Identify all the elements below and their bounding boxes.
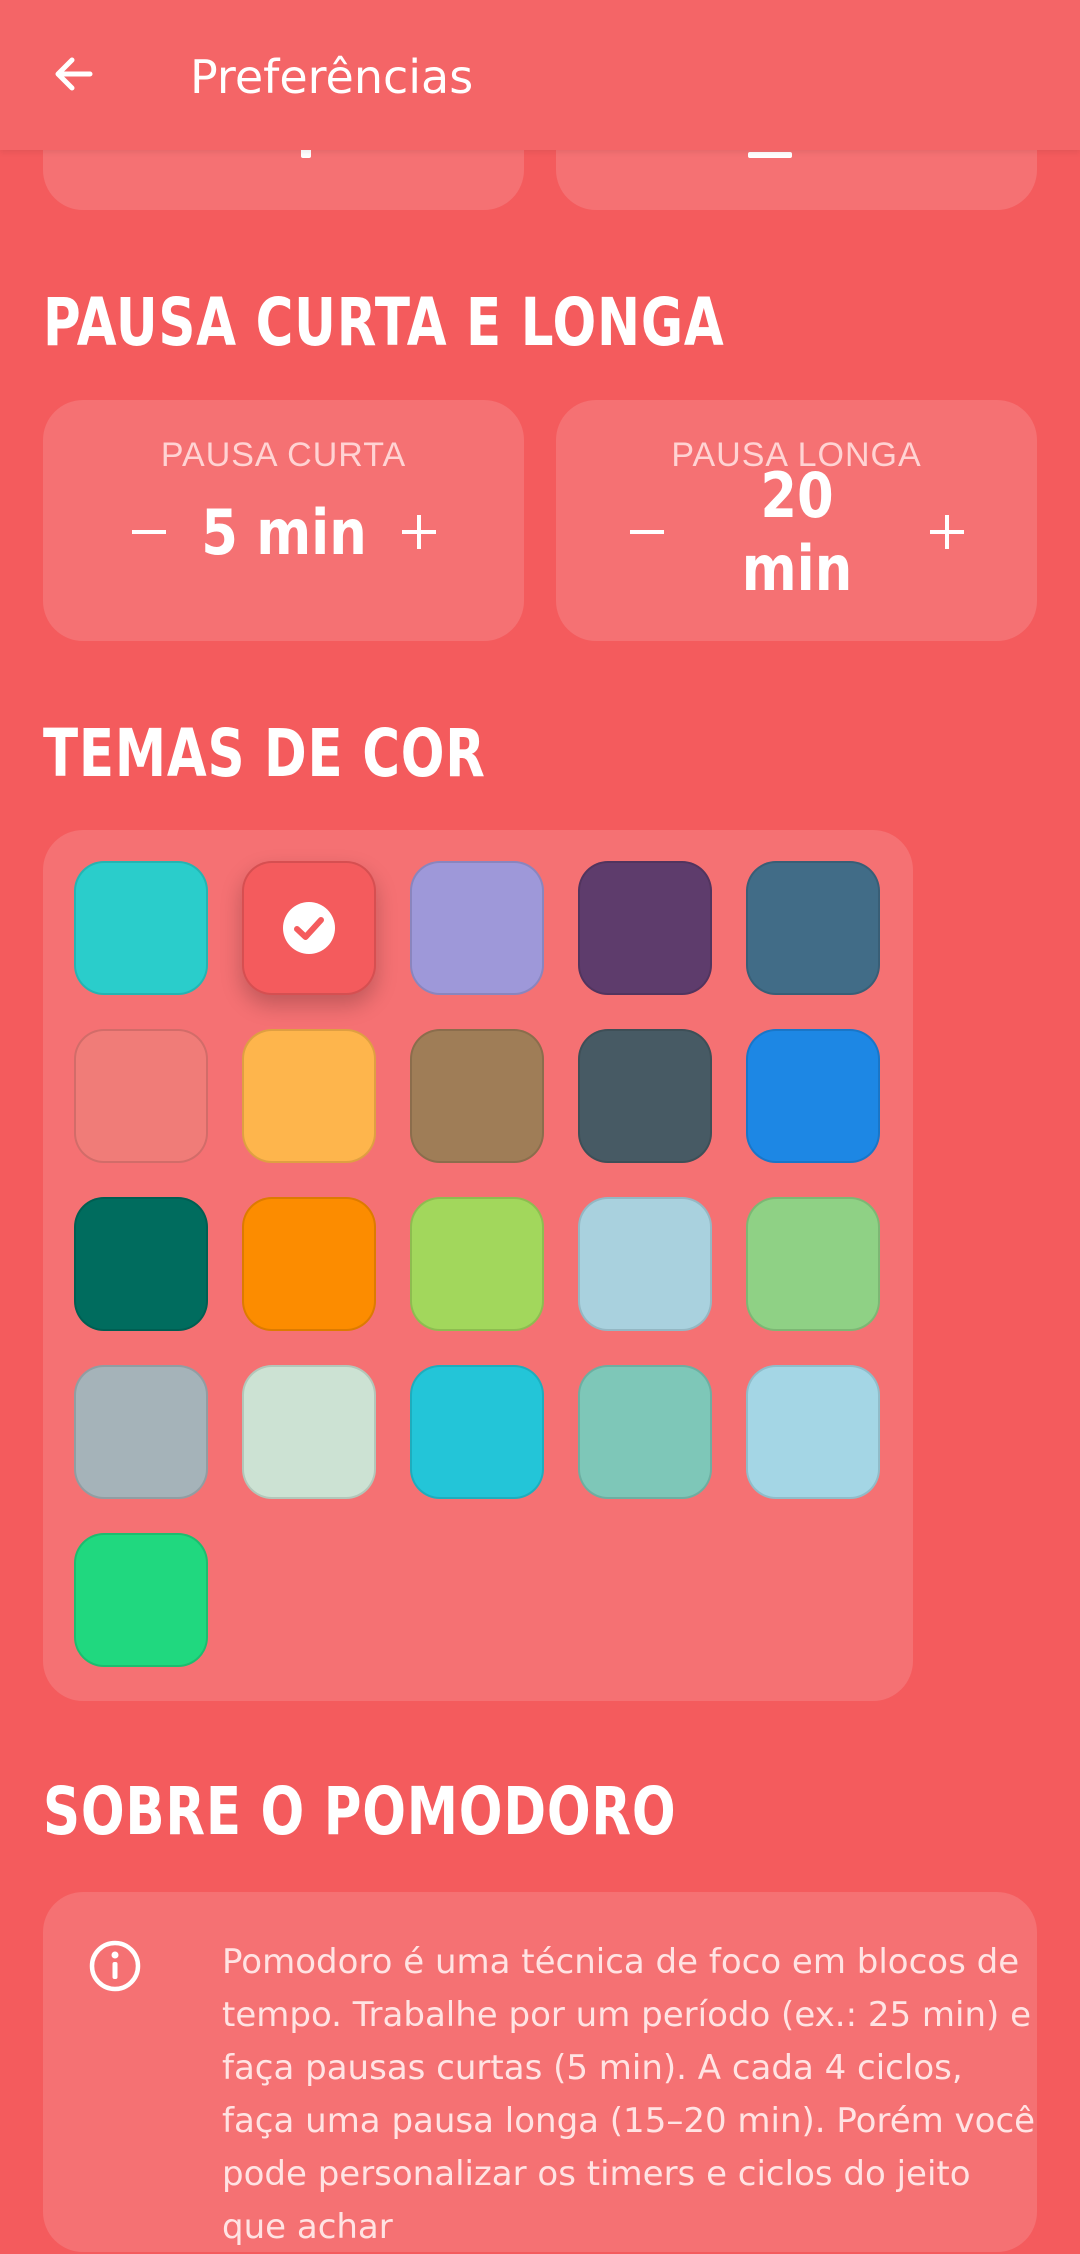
- short-break-decrease-button[interactable]: [114, 497, 184, 567]
- color-swatch[interactable]: [74, 1533, 208, 1667]
- long-break-increase-button[interactable]: [912, 497, 982, 567]
- color-theme-grid: [43, 830, 913, 1701]
- color-swatch[interactable]: [746, 1365, 880, 1499]
- color-swatch[interactable]: [578, 861, 712, 995]
- page-title: Preferências: [190, 50, 474, 104]
- back-button[interactable]: [44, 44, 104, 104]
- color-swatch[interactable]: [74, 1365, 208, 1499]
- color-swatch[interactable]: [746, 1029, 880, 1163]
- long-break-stepper: 20 min: [556, 459, 1037, 605]
- color-swatch[interactable]: [410, 1365, 544, 1499]
- short-break-stepper: 5 min: [43, 492, 524, 572]
- color-swatch[interactable]: [746, 861, 880, 995]
- short-break-value: 5 min: [200, 495, 367, 569]
- check-circle-icon: [283, 902, 335, 954]
- theme-section-title: TEMAS DE COR: [43, 715, 486, 792]
- color-swatch[interactable]: [578, 1365, 712, 1499]
- arrow-left-icon: [55, 57, 93, 91]
- color-swatch[interactable]: [74, 1197, 208, 1331]
- color-swatch[interactable]: [578, 1197, 712, 1331]
- about-card: Pomodoro é uma técnica de foco em blocos…: [43, 1892, 1037, 2252]
- minus-icon: [131, 530, 166, 534]
- color-swatch[interactable]: [410, 1197, 544, 1331]
- color-swatch[interactable]: [242, 861, 376, 995]
- long-break-value: 20 min: [741, 459, 852, 605]
- plus-icon: [401, 515, 436, 549]
- color-swatch[interactable]: [242, 1029, 376, 1163]
- info-icon: [89, 1940, 141, 1992]
- color-swatch[interactable]: [410, 861, 544, 995]
- color-swatch[interactable]: [242, 1197, 376, 1331]
- color-swatch[interactable]: [74, 1029, 208, 1163]
- short-break-increase-button[interactable]: [384, 497, 454, 567]
- color-swatch[interactable]: [410, 1029, 544, 1163]
- color-swatch[interactable]: [74, 861, 208, 995]
- about-text: Pomodoro é uma técnica de foco em blocos…: [222, 1942, 1036, 2247]
- color-swatch[interactable]: [578, 1029, 712, 1163]
- plus-icon: [929, 515, 964, 549]
- short-break-card: PAUSA CURTA 5 min: [43, 400, 524, 641]
- about-section-title: SOBRE O POMODORO: [43, 1773, 677, 1850]
- minus-icon: [629, 530, 664, 534]
- app-bar: Preferências: [0, 0, 1080, 150]
- color-swatch[interactable]: [242, 1365, 376, 1499]
- long-break-decrease-button[interactable]: [612, 497, 682, 567]
- color-swatch[interactable]: [746, 1197, 880, 1331]
- break-section-title: PAUSA CURTA E LONGA: [43, 284, 725, 361]
- short-break-label: PAUSA CURTA: [160, 436, 407, 474]
- long-break-card: PAUSA LONGA 20 min: [556, 400, 1037, 641]
